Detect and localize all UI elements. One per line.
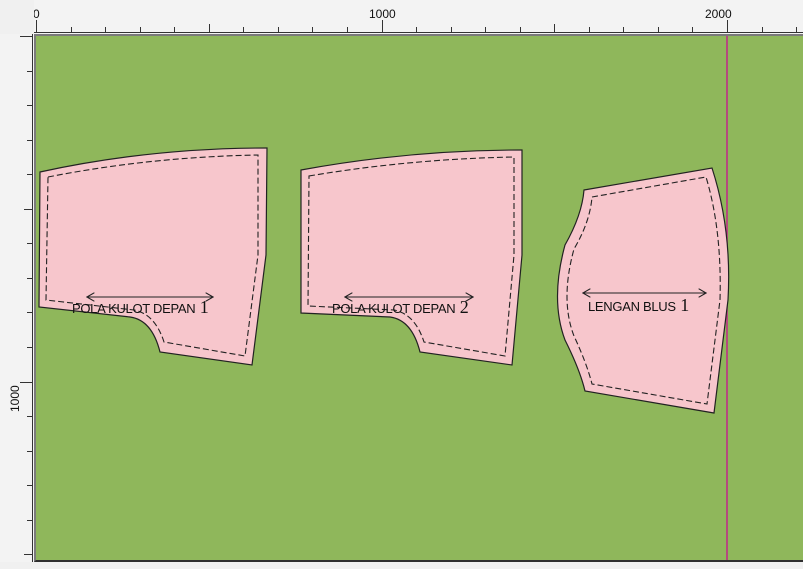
piece-2-name: POLA KULOT DEPAN <box>332 301 456 316</box>
horizontal-ruler: 0 1000 2000 <box>34 0 803 34</box>
piece-1-number: 1 <box>199 297 209 317</box>
ruler-corner <box>0 0 34 34</box>
ruler-tick <box>24 208 32 210</box>
ruler-tick <box>554 24 556 32</box>
ruler-top-label-2000: 2000 <box>705 7 732 21</box>
ruler-tick <box>20 36 32 37</box>
vertical-ruler: 0 1000 <box>0 34 34 569</box>
pattern-piece-2[interactable] <box>300 149 523 366</box>
ruler-baseline <box>32 34 33 569</box>
piece-3-name: LENGAN BLUS <box>588 299 676 314</box>
ruler-tick <box>381 20 383 32</box>
ruler-tick <box>36 20 37 32</box>
layout-canvas[interactable]: POLA KULOT DEPAN 1 POLA KULOT DEPAN 2 LE… <box>34 34 803 562</box>
ruler-tick <box>727 20 728 32</box>
ruler-tick <box>208 24 210 32</box>
piece-2-label: POLA KULOT DEPAN 2 <box>332 297 469 318</box>
ruler-tick <box>24 554 32 556</box>
piece-1-label: POLA KULOT DEPAN 1 <box>72 297 209 318</box>
piece-2-number: 2 <box>459 297 469 317</box>
pattern-piece-1[interactable] <box>38 147 268 366</box>
piece-3-label: LENGAN BLUS 1 <box>588 295 689 316</box>
ruler-tick <box>20 381 32 383</box>
piece-1-name: POLA KULOT DEPAN <box>72 301 196 316</box>
ruler-top-label-0: 0 <box>34 7 40 21</box>
status-strip <box>0 562 803 569</box>
piece-3-number: 1 <box>680 295 690 315</box>
pattern-piece-3[interactable] <box>556 167 730 414</box>
ruler-top-label-1000: 1000 <box>369 7 396 21</box>
ruler-left-label-1000: 1000 <box>8 385 22 412</box>
ruler-baseline <box>34 32 803 33</box>
